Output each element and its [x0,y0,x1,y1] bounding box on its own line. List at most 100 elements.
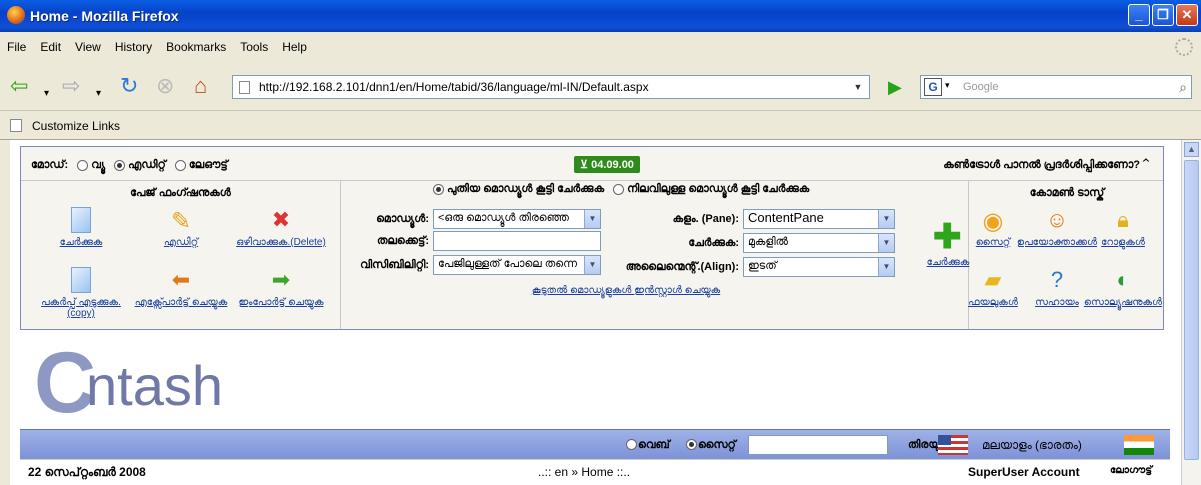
india-flag-icon[interactable] [1124,435,1154,455]
page-functions-section: പേജ് ഫംഗ്ഷനുകൾ ചേർക്കുക ✎ എഡിറ്റ് ✖ ഒഴിവാക… [21,181,341,329]
page-add-button[interactable]: ചേർക്കുക [31,207,131,248]
pencil-icon: ✎ [170,208,192,235]
menu-help[interactable]: Help [275,32,314,62]
page-copy-button[interactable]: പകർപ്പ് എടുക്കുക.(copy) [31,267,131,319]
hide-panel-prompt: കൺട്രോൾ പാനൽ പ്രദർശിപ്പിക്കണോ? [943,159,1140,171]
search-icon[interactable]: ⌕ [1179,79,1187,96]
chevron-down-icon[interactable]: ▼ [584,256,600,274]
page-edit-label: എഡിറ്റ് [163,237,199,248]
links-bar: Customize Links [0,110,1201,140]
add-new-module-radio[interactable] [433,183,444,195]
collapse-icon[interactable]: ⌃ [1143,159,1149,171]
scroll-up-icon[interactable]: ▲ [1184,142,1199,157]
export-icon: ⬅ [171,267,191,292]
mode-layout-radio[interactable] [174,159,186,171]
site-search-input[interactable] [748,435,888,455]
solutions-icon: ◐ [1116,267,1130,292]
back-dropdown-icon[interactable]: ▾ [44,80,49,108]
roles-button[interactable]: 🔒︎ റോളുകൾ [1073,207,1173,248]
version-badge: ⊻ 04.09.00 [574,156,640,173]
roles-label: റോളുകൾ [1101,237,1145,248]
insert-select-value: മുകളിൽ [748,236,788,248]
page-delete-button[interactable]: ✖ ഒഴിവാക്കുക.(Delete) [231,207,331,248]
pane-label: കളം. (Pane): [672,213,739,225]
globe-icon: ◉ [982,208,1004,235]
insert-select[interactable]: മുകളിൽ ▼ [743,233,895,253]
close-button[interactable]: ✕ [1176,4,1198,26]
module-section: പുതിയ മൊഡ്യൂൾ കൂട്ടി ചേർക്കുക നിലവിലുള്ള… [341,181,969,329]
language-label: മലയാളം (ഭാരതം) [982,438,1082,452]
chevron-down-icon[interactable]: ▼ [878,234,894,252]
page-export-button[interactable]: ⬅ എക്സ്പോർട്ട് ചെയ്യുക [131,267,231,308]
solutions-button[interactable]: ◐ സൊല്യൂഷനുകൾ [1073,267,1173,308]
menu-file[interactable]: File [0,32,33,62]
mode-layout-label: ലേഔട്ട് [188,159,228,171]
mode-view-radio[interactable] [77,159,89,171]
google-engine-icon[interactable]: G [924,78,942,96]
add-new-module-label: പുതിയ മൊഡ്യൂൾ കൂട്ടി ചേർക്കുക [447,183,605,195]
search-web-radio[interactable] [626,439,637,450]
mode-edit-label: എഡിറ്റ് [128,159,166,171]
customize-links-link[interactable]: Customize Links [32,119,120,133]
version-number: 04.09.00 [591,159,634,171]
window-title: Home - Mozilla Firefox [30,8,179,24]
help-icon: ? [1050,267,1064,292]
install-modules-link[interactable]: കൂടുതൽ മൊഡ്യൂളുകൾ ഇൻസ്റ്റാൾ ചെയ്യുക [341,285,911,296]
site-logo[interactable]: C ntash [24,336,276,428]
chevron-down-icon[interactable]: ▼ [878,258,894,276]
module-select-value: <ഒരു മൊഡ്യൂൾ തിരഞ്ഞെ [438,212,569,224]
align-select[interactable]: ഇടത് ▼ [743,257,895,277]
forward-dropdown-icon[interactable]: ▾ [96,80,101,108]
mode-label: മോഡ്: [31,159,69,171]
pane-select-value: ContentPane [748,210,824,225]
scrollbar-thumb[interactable] [1184,160,1199,460]
user-account-link[interactable]: SuperUser Account [968,465,1080,479]
page-scrollbar[interactable]: ▲ [1181,140,1201,485]
url-text: http://192.168.2.101/dnn1/en/Home/tabid/… [259,80,649,94]
reload-button[interactable]: ↻ [120,72,138,100]
menu-edit[interactable]: Edit [33,32,68,62]
mode-view-label: വ്യൂ [91,159,106,171]
menu-view[interactable]: View [68,32,108,62]
breadcrumb: ..:: en » Home ::.. [538,465,631,479]
menu-bookmarks[interactable]: Bookmarks [159,32,233,62]
visibility-label: വിസിബിലിറ്റി: [360,259,429,271]
title-input[interactable] [433,231,601,251]
lock-icon: 🔒︎ [1117,207,1129,232]
address-bar[interactable]: http://192.168.2.101/dnn1/en/Home/tabid/… [232,75,870,99]
add-existing-module-label: നിലവിലുള്ള മൊഡ്യൂൾ കൂട്ടി ചേർക്കുക [627,183,810,195]
title-label: തലക്കെട്ട്: [377,235,429,247]
search-box[interactable]: G ▾ Google ⌕ [920,75,1192,99]
home-button[interactable]: ⌂ [194,72,207,100]
minimize-button[interactable]: _ [1128,4,1150,26]
page-import-label: ഇംപോർട്ട് ചെയ്യുക [238,297,324,308]
page-delete-label: ഒഴിവാക്കുക.(Delete) [236,237,326,248]
chevron-down-icon[interactable]: ▼ [878,210,894,228]
maximize-button[interactable]: ❐ [1152,4,1174,26]
hide-panel-control[interactable]: കൺട്രോൾ പാനൽ പ്രദർശിപ്പിക്കണോ? ⌃ [943,159,1149,172]
search-placeholder: Google [963,81,999,93]
back-button[interactable]: ⇦ [10,72,28,100]
menu-history[interactable]: History [108,32,159,62]
add-existing-module-radio[interactable] [613,183,625,195]
search-web-label: വെബ് [638,439,670,451]
align-label: അലൈന്മെന്റ്.(Align): [625,261,739,273]
module-select[interactable]: <ഒരു മൊഡ്യൂൾ തിരഞ്ഞെ ▼ [433,209,601,229]
page-copy-label: പകർപ്പ് എടുക്കുക.(copy) [41,297,121,319]
menu-tools[interactable]: Tools [233,32,275,62]
page-import-button[interactable]: ➡ ഇംപോർട്ട് ചെയ്യുക [231,267,331,308]
english-flag-icon[interactable] [938,435,968,455]
page-edit-button[interactable]: ✎ എഡിറ്റ് [131,207,231,248]
engine-dropdown-icon[interactable]: ▾ [945,80,950,91]
url-dropdown-icon[interactable]: ▼ [851,80,865,94]
logout-link[interactable]: ലോഗൗട്ട് [1110,465,1152,476]
chevron-down-icon[interactable]: ▼ [584,210,600,228]
go-button[interactable]: ▶ [888,77,908,97]
forward-button[interactable]: ⇨ [62,72,80,100]
delete-page-icon: ✖ [271,207,291,232]
mode-edit-radio[interactable] [114,159,126,171]
pane-select[interactable]: ContentPane ▼ [743,209,895,229]
search-site-radio[interactable] [686,439,697,450]
visibility-select[interactable]: പേജിലുള്ളത് പോലെ തന്നെ ▼ [433,255,601,275]
stop-button[interactable]: ⊗ [156,72,174,100]
